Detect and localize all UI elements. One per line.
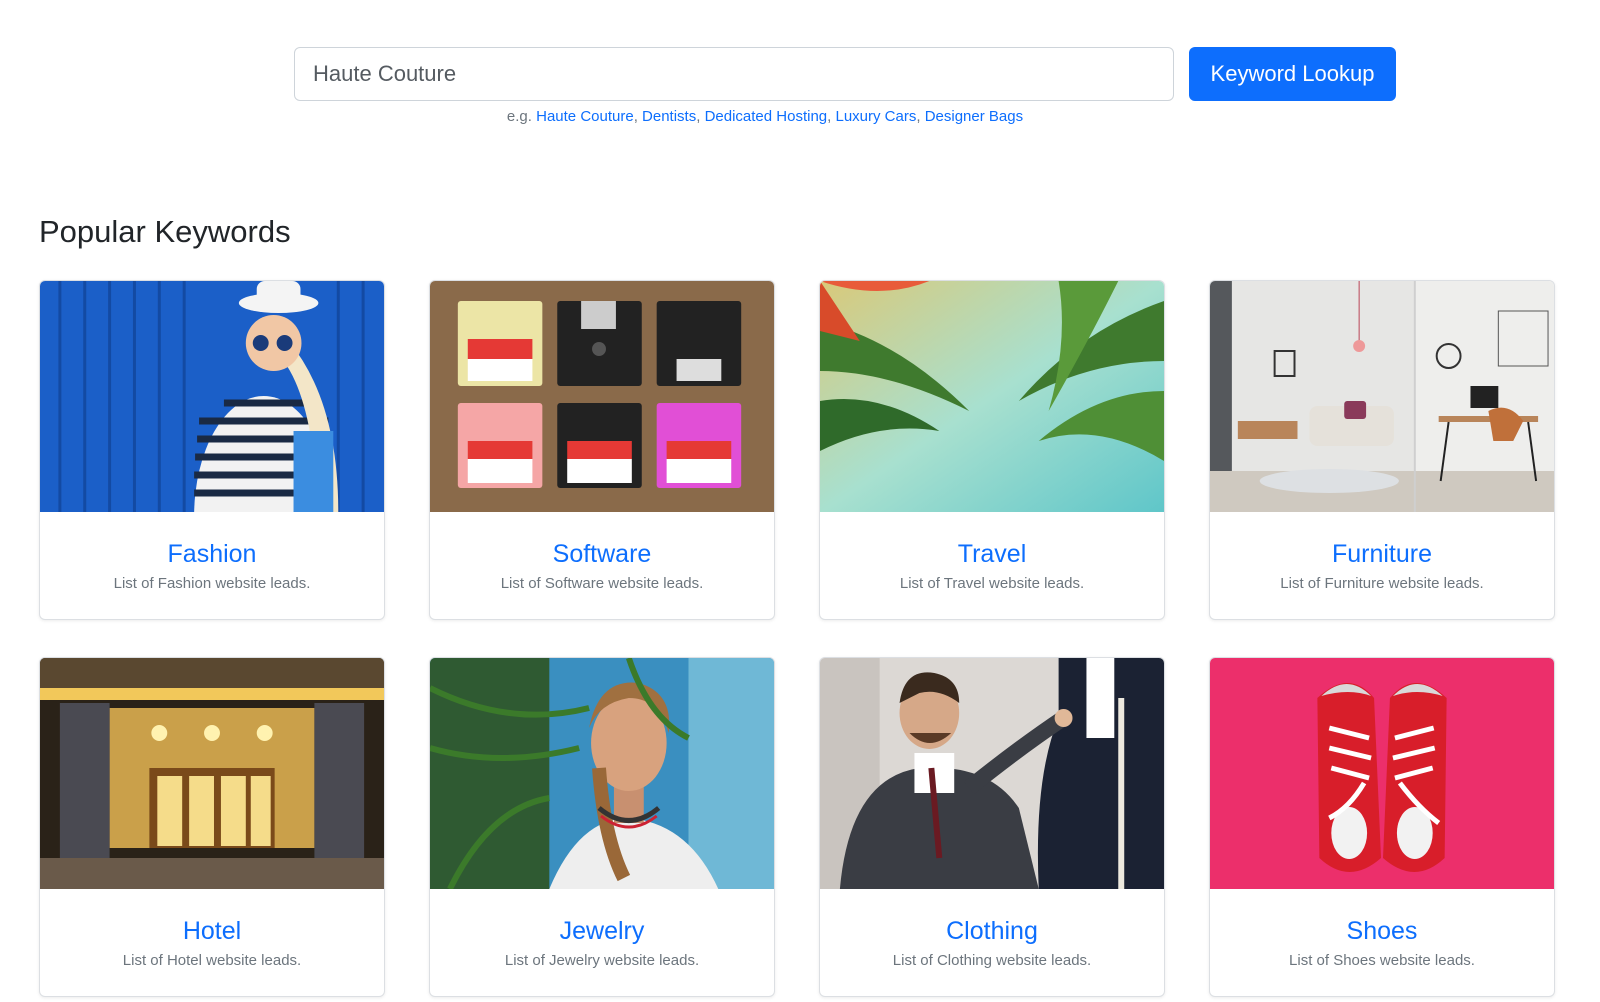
card-description: List of Furniture website leads. — [1280, 575, 1484, 592]
palm-trees-photo — [820, 281, 1164, 512]
search-examples: e.g. Haute Couture, Dentists, Dedicated … — [506, 108, 1024, 125]
card-description: List of Clothing website leads. — [892, 952, 1092, 969]
card-hotel[interactable]: Hotel List of Hotel website leads. — [39, 657, 385, 997]
card-shoes[interactable]: Shoes List of Shoes website leads. — [1209, 657, 1555, 997]
card-description: List of Software website leads. — [500, 575, 704, 592]
fashion-photo — [40, 281, 384, 512]
tailor-fitting-photo — [820, 658, 1164, 889]
card-description: List of Travel website leads. — [899, 575, 1085, 592]
red-sneakers-photo — [1210, 658, 1554, 889]
card-title[interactable]: Travel — [820, 540, 1164, 569]
card-travel[interactable]: Travel List of Travel website leads. — [819, 280, 1165, 620]
example-link-designer-bags[interactable]: Designer Bags — [925, 108, 1023, 125]
hotel-entrance-photo — [40, 658, 384, 889]
card-jewelry[interactable]: Jewelry List of Jewelry website leads. — [429, 657, 775, 997]
card-furniture[interactable]: Furniture List of Furniture website lead… — [1209, 280, 1555, 620]
card-title[interactable]: Jewelry — [430, 917, 774, 946]
card-title[interactable]: Clothing — [820, 917, 1164, 946]
search-bar: Keyword Lookup — [294, 47, 1396, 101]
page: Keyword Lookup e.g. Haute Couture, Denti… — [0, 0, 1600, 1002]
card-description: List of Hotel website leads. — [122, 952, 302, 969]
keyword-search-input[interactable] — [294, 47, 1174, 101]
example-link-luxury-cars[interactable]: Luxury Cars — [835, 108, 916, 125]
living-room-photo — [1210, 281, 1554, 512]
card-title[interactable]: Hotel — [40, 917, 384, 946]
floppy-disks-photo — [430, 281, 774, 512]
popular-keywords-heading: Popular Keywords — [39, 214, 291, 249]
card-title[interactable]: Software — [430, 540, 774, 569]
keyword-lookup-button[interactable]: Keyword Lookup — [1189, 47, 1396, 101]
card-fashion[interactable]: Fashion List of Fashion website leads. — [39, 280, 385, 620]
card-description: List of Shoes website leads. — [1289, 952, 1475, 969]
card-description: List of Fashion website leads. — [113, 575, 311, 592]
example-link-haute-couture[interactable]: Haute Couture — [536, 108, 634, 125]
card-software[interactable]: Software List of Software website leads. — [429, 280, 775, 620]
card-title[interactable]: Fashion — [40, 540, 384, 569]
examples-prefix: e.g. — [506, 108, 532, 125]
card-title[interactable]: Shoes — [1210, 917, 1554, 946]
card-title[interactable]: Furniture — [1210, 540, 1554, 569]
woman-with-necklace-photo — [430, 658, 774, 889]
card-clothing[interactable]: Clothing List of Clothing website leads. — [819, 657, 1165, 997]
example-link-dedicated-hosting[interactable]: Dedicated Hosting — [705, 108, 828, 125]
example-link-dentists[interactable]: Dentists — [642, 108, 696, 125]
card-description: List of Jewelry website leads. — [504, 952, 700, 969]
